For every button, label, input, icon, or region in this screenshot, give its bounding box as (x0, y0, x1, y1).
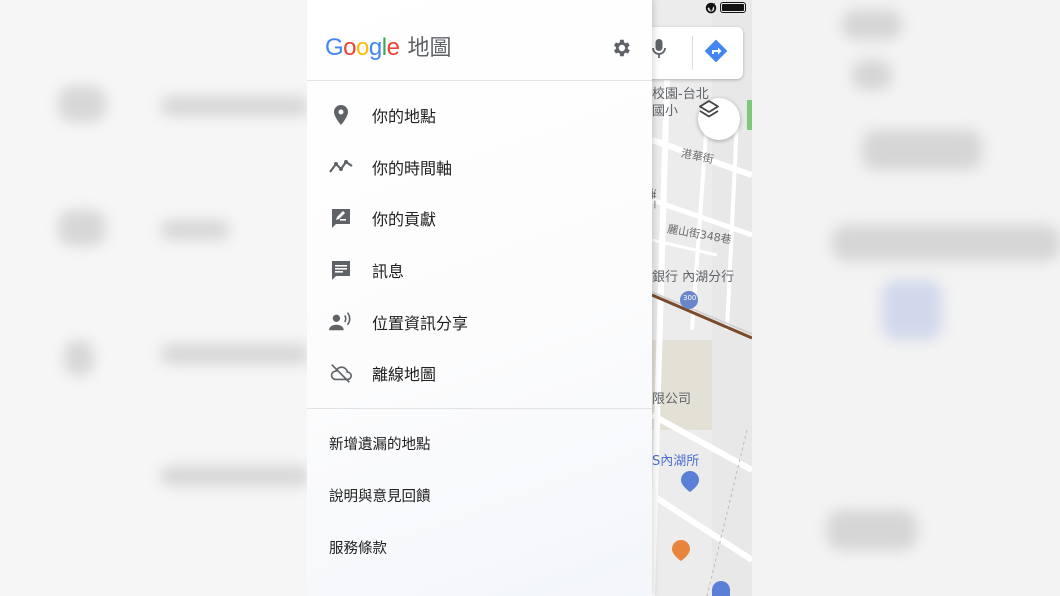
message-icon (329, 258, 353, 282)
menu-item-your-contributions[interactable]: 你的貢獻 (307, 192, 652, 244)
app-brand: Google 地圖 (325, 30, 451, 62)
section-divider (307, 408, 652, 409)
place-pin-icon (329, 103, 353, 127)
menu-item-your-places[interactable]: 你的地點 (307, 89, 652, 141)
menu-item-location-sharing[interactable]: 位置資訊分享 (307, 296, 652, 348)
background-left (0, 0, 307, 596)
menu-item-your-timeline[interactable]: 你的時間軸 (307, 141, 652, 193)
location-sharing-icon (329, 310, 353, 334)
link-help-feedback[interactable]: 說明與意見回饋 (307, 469, 652, 521)
timeline-icon (329, 155, 353, 179)
metro-badge: 300 (683, 294, 697, 302)
search-divider (692, 36, 693, 70)
map-label: S內湖所 (652, 454, 700, 469)
drawer-header: Google 地圖 (307, 0, 652, 81)
menu-item-label: 你的貢獻 (372, 210, 437, 230)
app-title: 地圖 (407, 36, 452, 61)
status-bar (705, 2, 746, 14)
menu-item-label: 離線地圖 (372, 365, 437, 385)
contribution-edit-icon (329, 206, 353, 230)
menu-item-label: 位置資訊分享 (372, 313, 469, 333)
phone-screen: 校園-台北 國小 港華街 港元一 麗山街348巷 銀行 內湖分行 限公司 S內湖… (307, 0, 752, 596)
map-label: 限公司 (652, 392, 692, 407)
link-terms-of-service[interactable]: 服務條款 (307, 521, 652, 573)
drawer-links: 新增遺漏的地點 說明與意見回饋 服務條款 (307, 417, 652, 573)
layers-icon[interactable] (698, 98, 740, 140)
menu-item-messages[interactable]: 訊息 (307, 244, 652, 296)
google-logo: Google (325, 34, 400, 61)
navigation-drawer: Google 地圖 你的地點 你的時間軸 你的貢獻 訊息 位置資訊分享 離線地圖… (307, 0, 652, 596)
map-label: 國小 (652, 104, 679, 119)
menu-item-label: 你的地點 (372, 106, 437, 126)
menu-item-offline-maps[interactable]: 離線地圖 (307, 347, 652, 399)
microphone-icon[interactable] (651, 38, 681, 68)
drawer-menu: 你的地點 你的時間軸 你的貢獻 訊息 位置資訊分享 離線地圖 (307, 89, 652, 399)
battery-icon (720, 2, 746, 13)
directions-icon[interactable] (703, 38, 733, 68)
offline-cloud-icon (329, 361, 353, 385)
link-add-missing-place[interactable]: 新增遺漏的地點 (307, 417, 652, 469)
gear-icon[interactable] (609, 36, 633, 60)
background-right (752, 0, 1060, 596)
map-label: 銀行 內湖分行 (652, 270, 735, 285)
menu-item-label: 訊息 (372, 261, 405, 281)
menu-item-label: 你的時間軸 (372, 158, 453, 178)
